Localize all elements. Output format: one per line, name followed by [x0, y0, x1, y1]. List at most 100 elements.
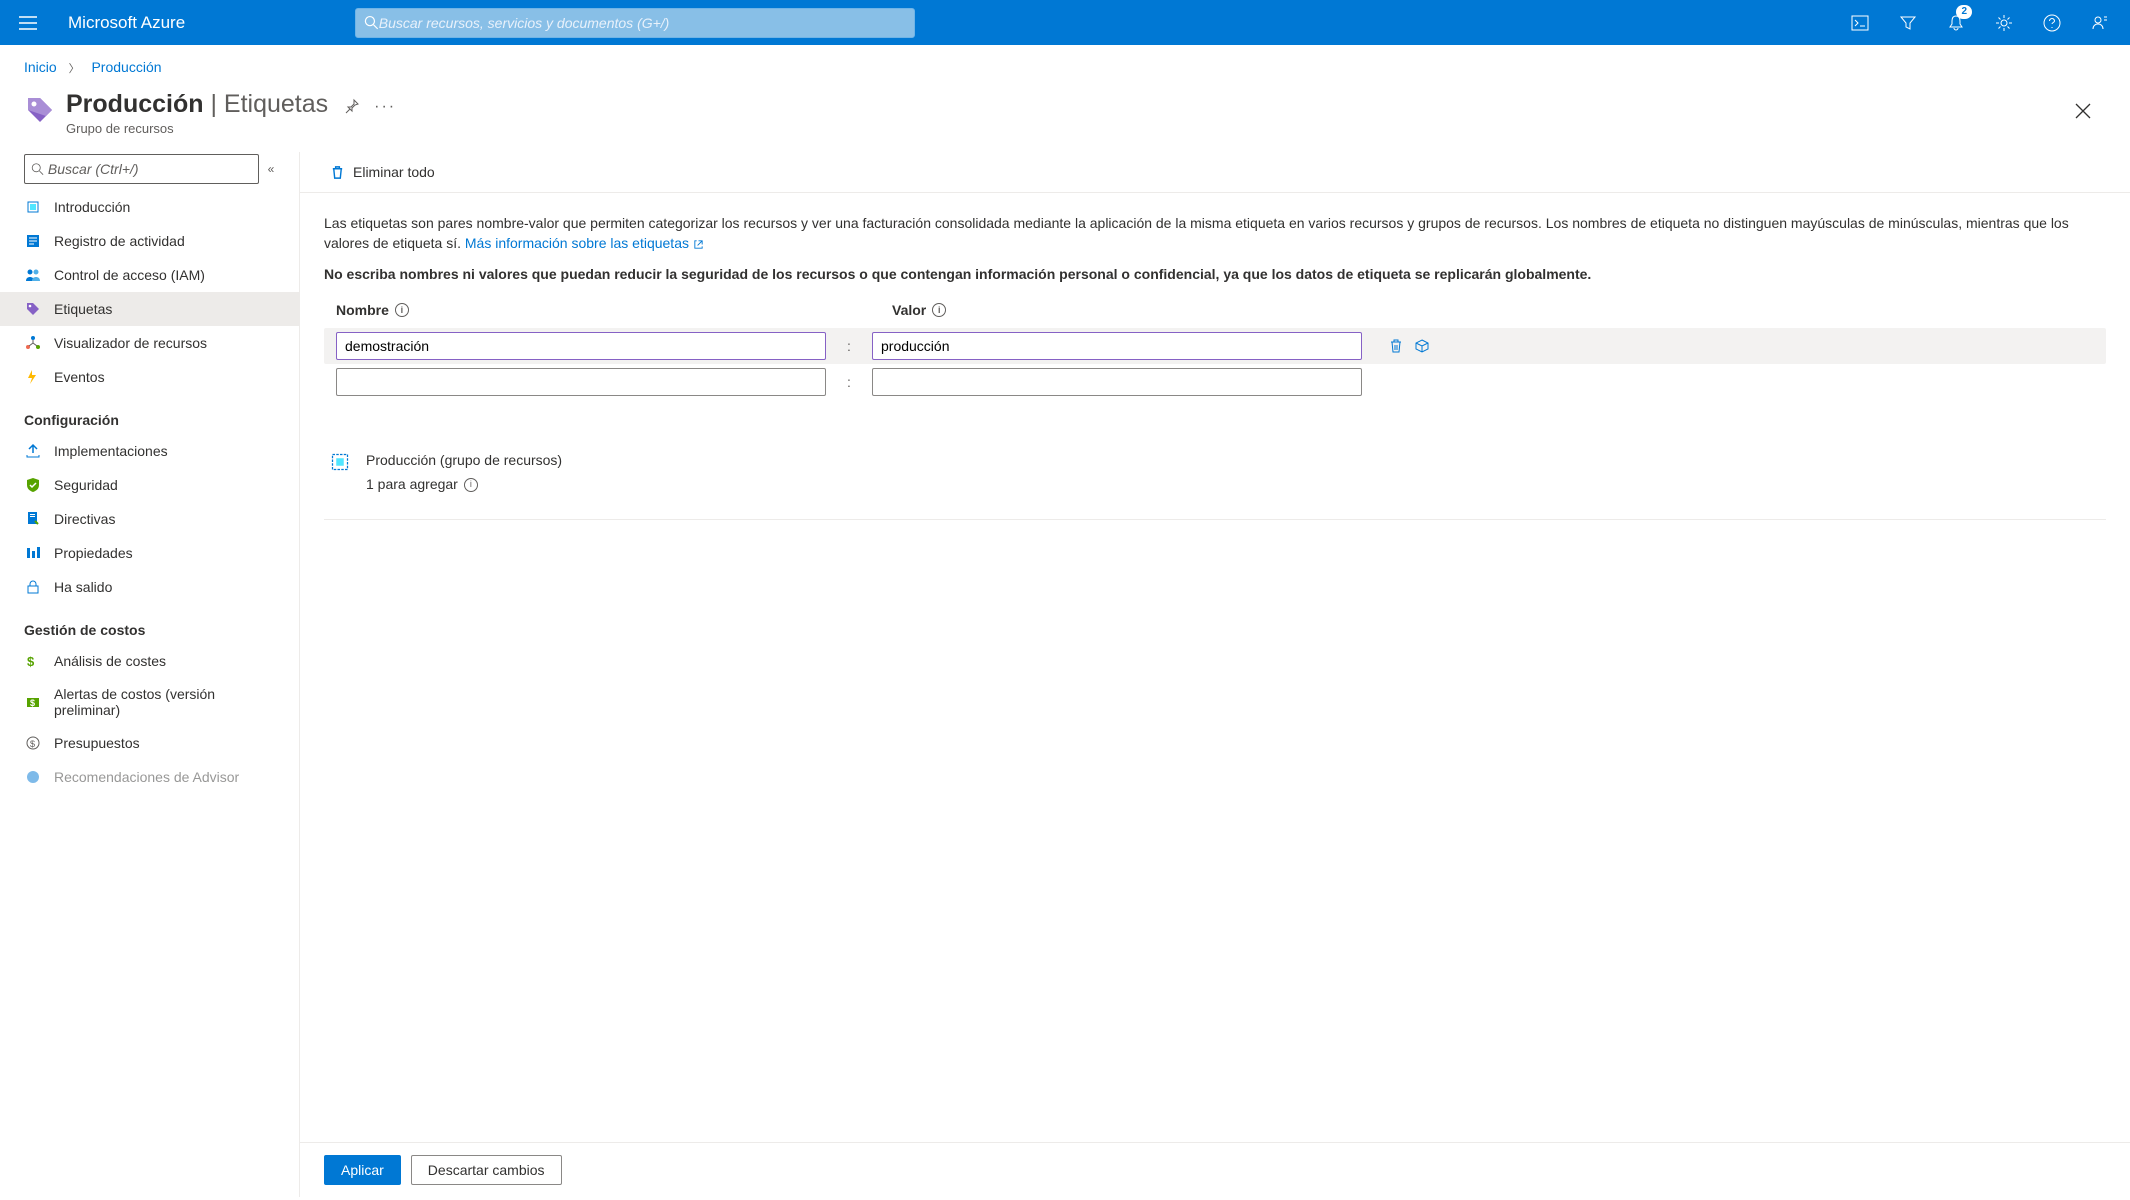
brand-label[interactable]: Microsoft Azure — [48, 13, 205, 33]
tag-value-input[interactable] — [872, 368, 1362, 396]
sidebar-item-label: Presupuestos — [54, 735, 140, 751]
sidebar-item-presupuestos[interactable]: $ Presupuestos — [0, 726, 299, 760]
breadcrumb-home[interactable]: Inicio — [24, 59, 57, 75]
feedback-button[interactable] — [2078, 3, 2122, 43]
page-subtitle: Grupo de recursos — [66, 121, 328, 136]
colon-separator: : — [846, 336, 852, 356]
more-button[interactable]: ··· — [374, 98, 396, 116]
sidebar-item-implementaciones[interactable]: Implementaciones — [0, 434, 299, 468]
apply-button[interactable]: Aplicar — [324, 1155, 401, 1185]
breadcrumb-current[interactable]: Producción — [91, 59, 161, 75]
topbar: Microsoft Azure 2 — [0, 0, 2130, 45]
sidebar-item-seguridad[interactable]: Seguridad — [0, 468, 299, 502]
settings-button[interactable] — [1982, 3, 2026, 43]
tag-column-headers: Nombrei Valori — [324, 300, 2106, 320]
sidebar-item-label: Etiquetas — [54, 301, 112, 317]
main-body: Las etiquetas son pares nombre-valor que… — [300, 193, 2130, 1142]
page-title-suffix: | Etiquetas — [204, 90, 329, 118]
chevron-right-icon: 〉 — [69, 63, 80, 75]
header-value: Valori — [892, 300, 1382, 320]
page-title: Producción — [66, 90, 204, 118]
pin-icon — [344, 98, 360, 114]
page-header-actions: ··· — [344, 98, 396, 116]
warning-text: No escriba nombres ni valores que puedan… — [324, 264, 2106, 284]
sidebar-item-etiquetas[interactable]: Etiquetas — [0, 292, 299, 326]
hamburger-icon — [19, 16, 37, 30]
learn-more-link[interactable]: Más información sobre las etiquetas — [465, 235, 704, 251]
feedback-icon — [2091, 14, 2109, 32]
sidebar-item-iam[interactable]: Control de acceso (IAM) — [0, 258, 299, 292]
sidebar-item-label: Ha salido — [54, 579, 112, 595]
sidebar-search-input[interactable] — [48, 161, 252, 177]
search-icon — [364, 15, 379, 30]
tag-value-input[interactable] — [872, 332, 1362, 360]
tag-icon — [24, 94, 56, 126]
sidebar-item-analisis-costes[interactable]: $ Análisis de costes — [0, 644, 299, 678]
budgets-icon: $ — [24, 734, 42, 752]
sidebar-item-introduccion[interactable]: Introducción — [0, 190, 299, 224]
resource-viz-icon — [24, 334, 42, 352]
intro-paragraph: Las etiquetas son pares nombre-valor que… — [324, 213, 2106, 254]
directories-button[interactable] — [1886, 3, 1930, 43]
sidebar-section-config: Configuración — [0, 394, 299, 434]
sidebar-item-propiedades[interactable]: Propiedades — [0, 536, 299, 570]
delete-tag-button[interactable] — [1388, 338, 1404, 354]
notifications-button[interactable]: 2 — [1934, 3, 1978, 43]
sidebar-item-label: Implementaciones — [54, 443, 168, 459]
main-pane: Eliminar todo Las etiquetas son pares no… — [300, 152, 2130, 1197]
sidebar-item-directivas[interactable]: Directivas — [0, 502, 299, 536]
info-icon[interactable]: i — [932, 303, 946, 317]
collapse-sidebar-button[interactable]: « — [259, 162, 283, 176]
sidebar-item-advisor[interactable]: Recomendaciones de Advisor — [0, 760, 299, 794]
sidebar-item-label: Control de acceso (IAM) — [54, 267, 205, 283]
help-button[interactable] — [2030, 3, 2074, 43]
info-icon[interactable]: i — [464, 478, 478, 492]
discard-button[interactable]: Descartar cambios — [411, 1155, 562, 1185]
pin-button[interactable] — [344, 98, 360, 114]
sidebar-item-label: Registro de actividad — [54, 233, 185, 249]
page-title-block: Producción | Etiquetas Grupo de recursos — [66, 90, 328, 136]
notification-badge: 2 — [1956, 5, 1972, 19]
cloud-shell-button[interactable] — [1838, 3, 1882, 43]
sidebar-item-label: Eventos — [54, 369, 105, 385]
sidebar-nav[interactable]: Introducción Registro de actividad Contr… — [0, 190, 299, 1197]
sidebar-search[interactable] — [24, 154, 259, 184]
filter-icon — [1899, 14, 1917, 32]
global-search-input[interactable] — [379, 15, 906, 31]
lock-icon — [24, 578, 42, 596]
resource-link-button[interactable] — [1414, 338, 1430, 354]
colon-separator: : — [846, 372, 852, 392]
sidebar-item-registro[interactable]: Registro de actividad — [0, 224, 299, 258]
sidebar-item-label: Propiedades — [54, 545, 133, 561]
sidebar-item-alertas-costos[interactable]: $ Alertas de costos (versión preliminar) — [0, 678, 299, 726]
resource-summary: Producción (grupo de recursos) 1 para ag… — [324, 450, 2106, 520]
overview-icon — [24, 198, 42, 216]
sidebar-item-visualizador[interactable]: Visualizador de recursos — [0, 326, 299, 360]
content-area: « Introducción Registro de actividad Con… — [0, 152, 2130, 1197]
sidebar-item-label: Alertas de costos (versión preliminar) — [54, 686, 275, 718]
info-icon[interactable]: i — [395, 303, 409, 317]
sidebar-item-ha-salido[interactable]: Ha salido — [0, 570, 299, 604]
policy-icon — [24, 510, 42, 528]
help-icon — [2043, 14, 2061, 32]
resource-group-icon — [330, 452, 350, 472]
gear-icon — [1995, 14, 2013, 32]
global-search[interactable] — [355, 8, 915, 38]
cloud-shell-icon — [1851, 15, 1869, 31]
cost-alerts-icon: $ — [24, 693, 42, 711]
tag-name-input[interactable] — [336, 368, 826, 396]
sidebar-search-row: « — [24, 154, 283, 184]
sidebar-item-label: Directivas — [54, 511, 115, 527]
close-blade-button[interactable] — [2066, 94, 2100, 128]
search-icon — [31, 162, 44, 176]
hamburger-menu[interactable] — [8, 3, 48, 43]
sidebar-item-eventos[interactable]: Eventos — [0, 360, 299, 394]
delete-all-button[interactable]: Eliminar todo — [324, 160, 441, 184]
svg-text:$: $ — [30, 739, 35, 749]
toolbar-label: Eliminar todo — [353, 164, 435, 180]
cost-analysis-icon: $ — [24, 652, 42, 670]
tag-name-input[interactable] — [336, 332, 826, 360]
events-icon — [24, 368, 42, 386]
toolbar: Eliminar todo — [300, 152, 2130, 193]
topbar-icons: 2 — [1838, 3, 2122, 43]
